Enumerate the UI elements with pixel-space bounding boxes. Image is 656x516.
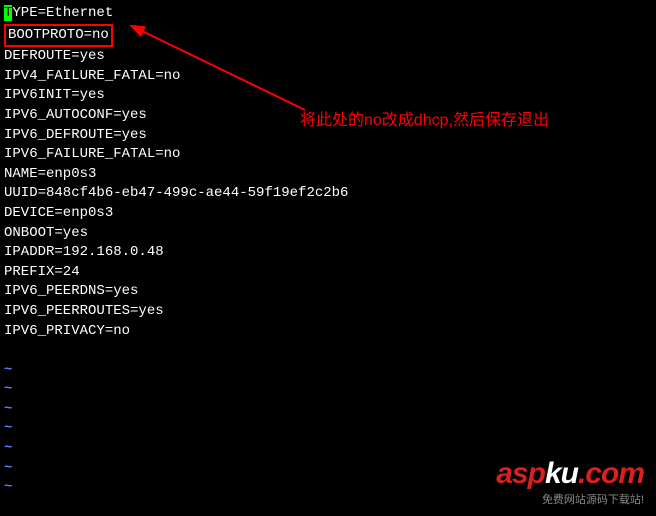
watermark-logo: aspku.com [496, 453, 644, 495]
config-line-bootproto-wrapper: BOOTPROTO=no [4, 24, 652, 48]
config-line-bootproto: BOOTPROTO=no [8, 27, 109, 43]
config-line-ipv6init: IPV6INIT=yes [4, 86, 652, 106]
config-line-ipv6fail: IPV6_FAILURE_FATAL=no [4, 145, 652, 165]
vim-tilde: ~ [4, 361, 652, 381]
watermark-subtitle: 免费网站源码下载站! [496, 493, 644, 508]
line1-text: YPE=Ethernet [12, 5, 113, 21]
config-line-device: DEVICE=enp0s3 [4, 204, 652, 224]
vim-tilde: ~ [4, 419, 652, 439]
config-line-ipv6peerroutes: IPV6_PEERROUTES=yes [4, 302, 652, 322]
config-line-prefix: PREFIX=24 [4, 263, 652, 283]
terminal-content: TYPE=Ethernet BOOTPROTO=no DEFROUTE=yes … [4, 4, 652, 498]
watermark-part1: asp [496, 457, 545, 490]
empty-line [4, 341, 652, 361]
watermark-part3: .com [578, 457, 644, 490]
vim-tilde: ~ [4, 400, 652, 420]
config-line-type: TYPE=Ethernet [4, 4, 652, 24]
config-line-uuid: UUID=848cf4b6-eb47-499c-ae44-59f19ef2c2b… [4, 184, 652, 204]
config-line-defroute: DEFROUTE=yes [4, 47, 652, 67]
config-line-name: NAME=enp0s3 [4, 165, 652, 185]
bootproto-highlight: BOOTPROTO=no [4, 24, 113, 48]
watermark: aspku.com 免费网站源码下载站! [496, 453, 644, 508]
config-line-ipv4fail: IPV4_FAILURE_FATAL=no [4, 67, 652, 87]
config-line-ipaddr: IPADDR=192.168.0.48 [4, 243, 652, 263]
config-line-ipv6privacy: IPV6_PRIVACY=no [4, 322, 652, 342]
config-line-onboot: ONBOOT=yes [4, 224, 652, 244]
vim-tilde: ~ [4, 380, 652, 400]
watermark-part2: ku [545, 457, 578, 490]
annotation-text: 将此处的no改成dhcp,然后保存退出 [300, 110, 549, 132]
config-line-ipv6peerdns: IPV6_PEERDNS=yes [4, 282, 652, 302]
